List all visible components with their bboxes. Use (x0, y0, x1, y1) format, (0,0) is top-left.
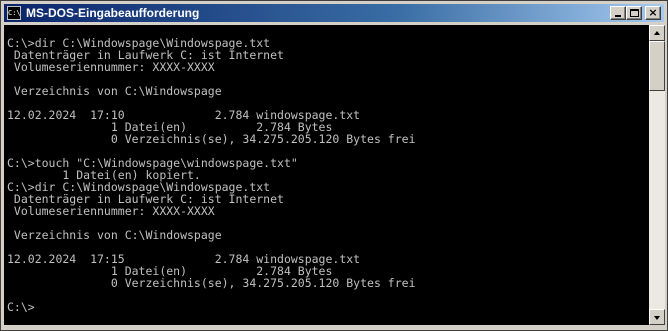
scroll-up-button[interactable] (649, 25, 665, 41)
title-bar[interactable]: C:\ MS-DOS-Eingabeaufforderung × (4, 4, 664, 22)
minimize-icon (615, 15, 621, 17)
minimize-button[interactable] (610, 6, 626, 20)
close-button[interactable]: × (645, 6, 661, 20)
msdos-icon[interactable]: C:\ (7, 6, 21, 20)
maximize-icon (630, 9, 639, 17)
console-line: 0 Verzeichnis(se), 34.275.205.120 Bytes … (7, 132, 416, 146)
arrow-up-icon (654, 31, 660, 35)
console-output-area[interactable]: C:\>dir C:\Windowspage\Windowspage.txt D… (4, 25, 649, 325)
arrow-down-icon (654, 316, 660, 320)
console-line: Verzeichnis von C:\Windowspage (7, 84, 222, 98)
close-icon: × (648, 6, 658, 19)
console-text: C:\>dir C:\Windowspage\Windowspage.txt D… (4, 25, 649, 313)
console-line: 0 Verzeichnis(se), 34.275.205.120 Bytes … (7, 276, 416, 290)
console-line: Volumeseriennummer: XXXX-XXXX (7, 204, 215, 218)
window-title: MS-DOS-Eingabeaufforderung (26, 6, 200, 20)
maximize-button[interactable] (626, 6, 642, 20)
scroll-thumb[interactable] (649, 41, 665, 91)
vertical-scrollbar[interactable] (649, 25, 665, 325)
console-line: C:\> (7, 300, 35, 314)
console-window: C:\ MS-DOS-Eingabeaufforderung × C:\>dir… (0, 0, 668, 331)
scroll-down-button[interactable] (649, 309, 665, 325)
console-line: Verzeichnis von C:\Windowspage (7, 228, 222, 242)
console-line: Volumeseriennummer: XXXX-XXXX (7, 60, 215, 74)
